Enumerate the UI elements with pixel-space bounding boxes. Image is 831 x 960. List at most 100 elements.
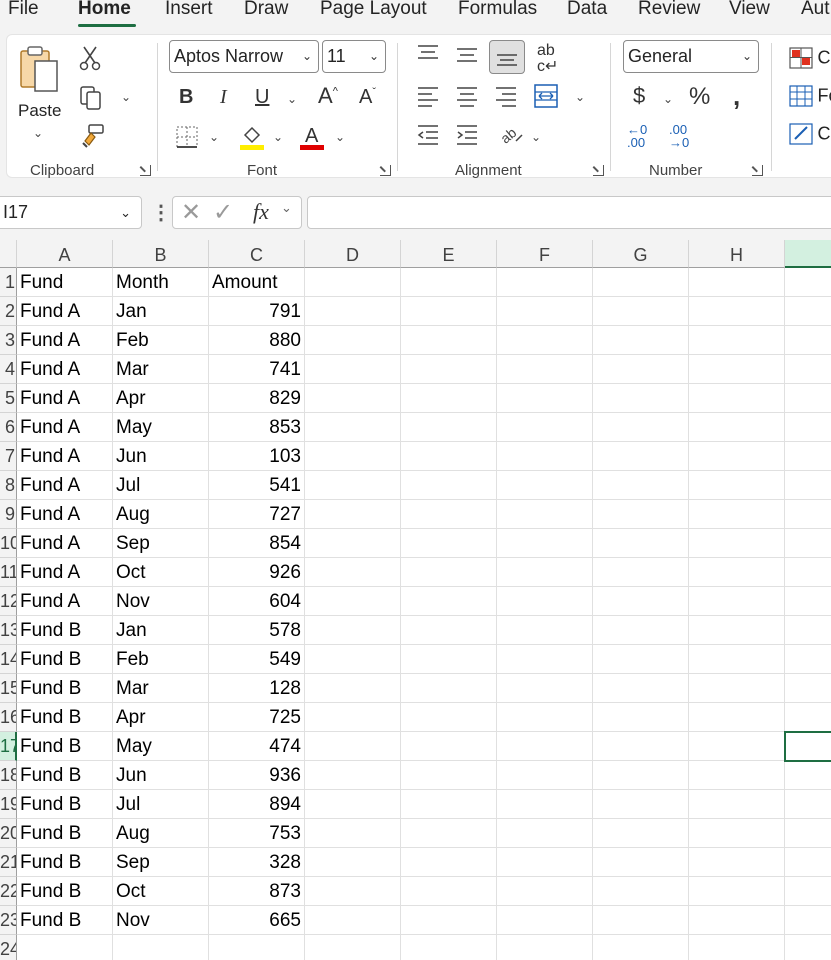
decrease-font-size-icon[interactable]: Aˇ xyxy=(359,87,376,107)
borders-icon[interactable] xyxy=(175,125,199,149)
table-cell[interactable] xyxy=(497,877,593,906)
table-cell[interactable] xyxy=(305,877,401,906)
font-color-dropdown-icon[interactable]: ⌄ xyxy=(335,131,345,143)
tab-data[interactable]: Data xyxy=(567,0,607,20)
tab-view[interactable]: View xyxy=(729,0,770,20)
conditional-formatting-button[interactable]: Co xyxy=(789,47,831,71)
table-cell[interactable] xyxy=(785,326,831,355)
table-cell[interactable]: 894 xyxy=(209,790,305,819)
table-cell[interactable]: Feb xyxy=(113,645,209,674)
table-cell[interactable] xyxy=(689,790,785,819)
worksheet-grid[interactable]: A B C D E F G H 1 Fund Month Amount 2 Fund A Jan 791 3 Fu… xyxy=(0,240,831,960)
table-cell[interactable]: Oct xyxy=(113,877,209,906)
table-cell[interactable] xyxy=(593,616,689,645)
row-header[interactable]: 8 xyxy=(0,471,17,500)
row-header[interactable]: 19 xyxy=(0,790,17,819)
table-cell[interactable] xyxy=(497,674,593,703)
table-cell[interactable] xyxy=(305,326,401,355)
table-cell[interactable] xyxy=(785,558,831,587)
table-cell[interactable]: Fund B xyxy=(17,645,113,674)
table-cell[interactable]: 854 xyxy=(209,529,305,558)
table-cell[interactable] xyxy=(305,674,401,703)
font-name-select[interactable]: Aptos Narrow ⌄ xyxy=(169,40,319,73)
table-cell[interactable]: Aug xyxy=(113,819,209,848)
fill-color-icon[interactable] xyxy=(239,123,265,151)
table-cell[interactable] xyxy=(785,587,831,616)
table-cell[interactable]: Fund A xyxy=(17,558,113,587)
table-cell[interactable] xyxy=(497,500,593,529)
format-painter-icon[interactable] xyxy=(79,123,105,149)
table-cell[interactable] xyxy=(689,471,785,500)
table-cell[interactable] xyxy=(401,471,497,500)
table-cell[interactable] xyxy=(785,877,831,906)
percent-icon[interactable]: % xyxy=(689,85,710,109)
table-cell[interactable] xyxy=(593,848,689,877)
table-cell[interactable]: Fund A xyxy=(17,442,113,471)
table-cell[interactable] xyxy=(785,906,831,935)
table-cell[interactable] xyxy=(593,471,689,500)
table-cell[interactable] xyxy=(305,471,401,500)
table-cell[interactable] xyxy=(785,297,831,326)
chevron-down-icon[interactable]: ⌄ xyxy=(281,200,292,216)
table-cell[interactable] xyxy=(785,616,831,645)
table-cell[interactable] xyxy=(593,355,689,384)
table-cell[interactable] xyxy=(689,326,785,355)
table-cell[interactable]: 853 xyxy=(209,413,305,442)
merge-center-icon[interactable] xyxy=(533,83,559,109)
row-header[interactable]: 23 xyxy=(0,906,17,935)
table-cell[interactable]: 829 xyxy=(209,384,305,413)
font-launcher-icon[interactable] xyxy=(380,165,391,176)
table-cell[interactable] xyxy=(401,297,497,326)
table-cell[interactable] xyxy=(593,529,689,558)
table-cell[interactable] xyxy=(401,674,497,703)
increase-indent-icon[interactable] xyxy=(455,123,479,145)
table-cell[interactable] xyxy=(689,268,785,297)
table-cell[interactable]: Fund A xyxy=(17,529,113,558)
table-cell[interactable] xyxy=(401,732,497,761)
align-middle-icon[interactable] xyxy=(455,45,479,65)
table-cell[interactable] xyxy=(785,848,831,877)
orientation-dropdown-icon[interactable]: ⌄ xyxy=(531,131,541,143)
table-cell[interactable] xyxy=(689,384,785,413)
table-cell[interactable] xyxy=(305,703,401,732)
cancel-icon[interactable]: ✕ xyxy=(181,198,201,227)
table-cell[interactable] xyxy=(593,645,689,674)
table-cell[interactable] xyxy=(305,906,401,935)
row-header[interactable]: 9 xyxy=(0,500,17,529)
table-cell[interactable]: 936 xyxy=(209,761,305,790)
row-header[interactable]: 7 xyxy=(0,442,17,471)
table-cell[interactable] xyxy=(497,384,593,413)
row-header[interactable]: 21 xyxy=(0,848,17,877)
table-cell[interactable]: Jun xyxy=(113,442,209,471)
table-cell[interactable]: Fund A xyxy=(17,587,113,616)
tab-draw[interactable]: Draw xyxy=(244,0,288,20)
table-cell[interactable] xyxy=(689,587,785,616)
header-cell[interactable]: Amount xyxy=(209,268,305,297)
decrease-indent-icon[interactable] xyxy=(416,123,440,145)
column-header[interactable]: F xyxy=(497,240,593,268)
table-cell[interactable] xyxy=(401,587,497,616)
table-cell[interactable]: Mar xyxy=(113,674,209,703)
table-cell[interactable] xyxy=(401,500,497,529)
table-cell[interactable]: Fund B xyxy=(17,732,113,761)
table-cell[interactable] xyxy=(497,587,593,616)
table-cell[interactable] xyxy=(593,587,689,616)
table-cell[interactable] xyxy=(401,819,497,848)
copy-dropdown-icon[interactable]: ⌄ xyxy=(121,91,131,103)
currency-icon[interactable]: $ xyxy=(633,85,645,107)
table-cell[interactable]: Fund B xyxy=(17,819,113,848)
table-cell[interactable] xyxy=(689,500,785,529)
table-cell[interactable]: 549 xyxy=(209,645,305,674)
row-header[interactable]: 6 xyxy=(0,413,17,442)
table-cell[interactable] xyxy=(689,877,785,906)
table-cell[interactable]: Fund A xyxy=(17,471,113,500)
table-cell[interactable] xyxy=(497,558,593,587)
table-cell[interactable]: May xyxy=(113,413,209,442)
wrap-text-icon[interactable]: ab c↵ xyxy=(537,43,558,75)
table-cell[interactable]: Jul xyxy=(113,790,209,819)
row-header[interactable]: 16 xyxy=(0,703,17,732)
table-cell[interactable] xyxy=(689,819,785,848)
table-cell[interactable] xyxy=(113,935,209,960)
table-cell[interactable] xyxy=(209,935,305,960)
table-cell[interactable]: 474 xyxy=(209,732,305,761)
